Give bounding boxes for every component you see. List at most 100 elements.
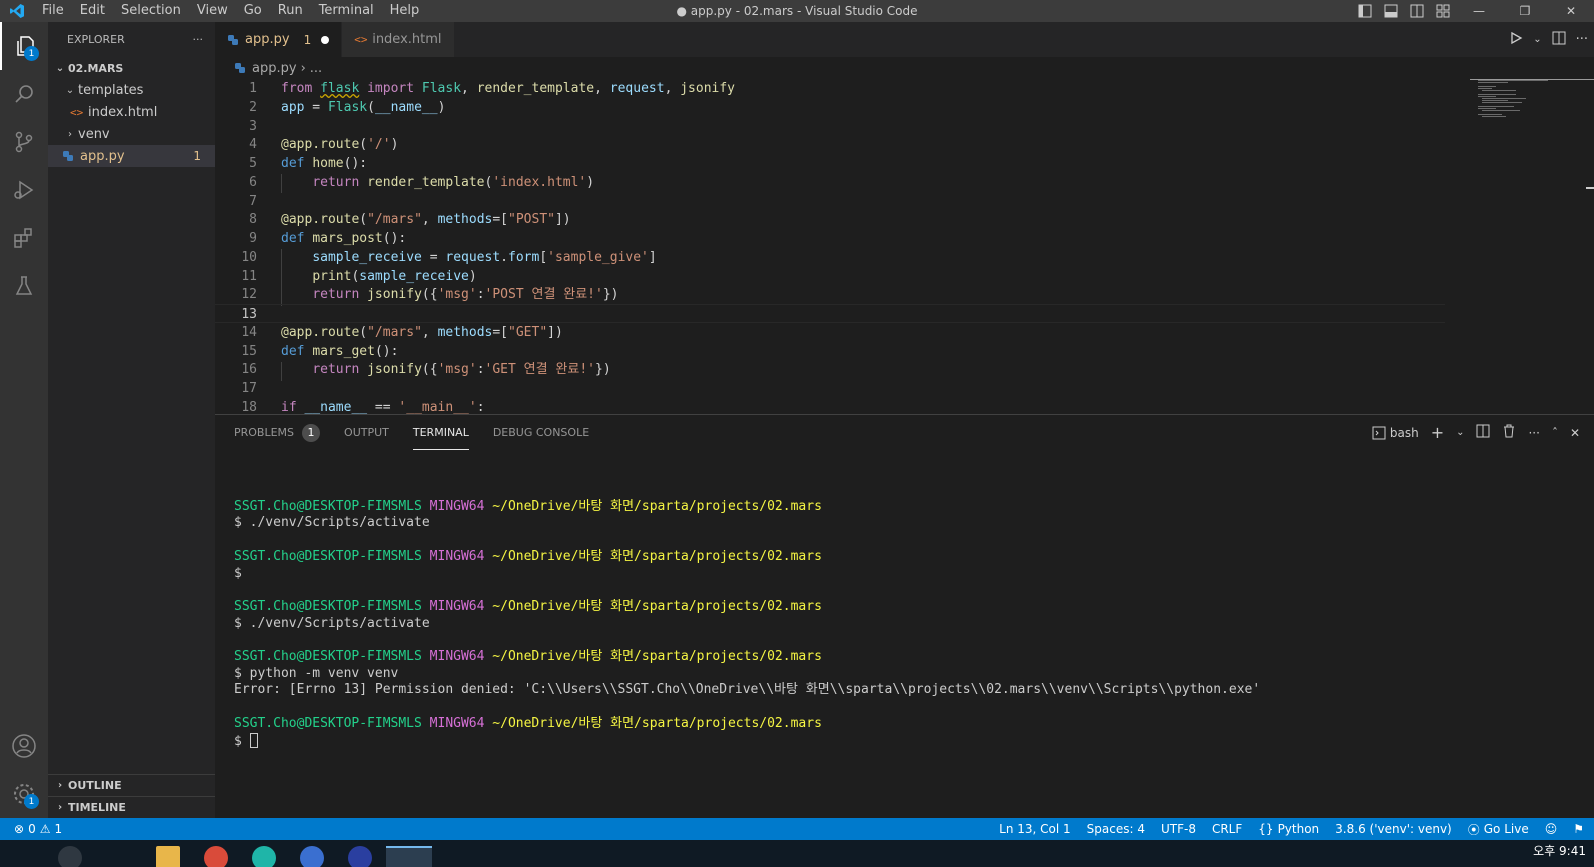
file-app-py-label: app.py (80, 148, 125, 164)
breadcrumb-file[interactable]: app.py (252, 61, 297, 76)
warning-count: 1 (54, 822, 63, 836)
search-icon[interactable] (0, 70, 48, 118)
explorer-icon[interactable]: 1 (0, 22, 48, 70)
run-debug-icon[interactable] (0, 166, 48, 214)
explorer-more-actions-button[interactable]: ··· (193, 33, 204, 46)
extensions-icon[interactable] (0, 214, 48, 262)
workspace-root-folder[interactable]: ⌄ 02.MARS (48, 57, 215, 79)
timeline-section[interactable]: › TIMELINE (48, 796, 215, 818)
source-control-icon[interactable] (0, 118, 48, 166)
terminal-shell-selector[interactable]: bash (1372, 426, 1419, 440)
folder-venv-label: venv (78, 126, 110, 142)
terminal-prompt-line: SSGT.Cho@DESKTOP-FIMSMLS MINGW64 ~/OneDr… (234, 498, 822, 514)
terminal-current-prompt: $ (234, 733, 242, 749)
taskbar-app-icon[interactable] (58, 846, 82, 867)
accounts-icon[interactable] (0, 722, 48, 770)
run-dropdown-chevron-icon[interactable]: ⌄ (1533, 34, 1541, 45)
terminal-error-message: Error: [Errno 13] Permission denied: 'C:… (234, 682, 1261, 698)
file-app-py[interactable]: app.py 1 (48, 145, 215, 167)
split-terminal-icon[interactable] (1476, 424, 1490, 441)
close-window-button[interactable]: ✕ (1548, 0, 1594, 22)
go-live-button[interactable]: ⦿ Go Live (1468, 821, 1529, 838)
code-editor[interactable]: 1 from flask import Flask, render_templat… (215, 79, 1594, 414)
run-python-file-icon[interactable] (1509, 31, 1523, 49)
terminal-command: $ ./venv/Scripts/activate (234, 615, 430, 631)
cursor-position[interactable]: Ln 13, Col 1 (999, 822, 1071, 836)
panel-tab-terminal[interactable]: TERMINAL (412, 415, 469, 450)
tab-problem-count: 1 (303, 32, 312, 47)
chevron-down-icon: ⌄ (65, 84, 75, 96)
breadcrumb-separator-icon: › (300, 60, 306, 76)
explorer-sidebar: EXPLORER ··· ⌄ 02.MARS ⌄ templates <> in… (48, 22, 215, 818)
code-line: 11 print(sample_receive) (241, 269, 477, 284)
toggle-sidebar-icon[interactable] (1352, 0, 1378, 22)
toggle-secondary-sidebar-icon[interactable] (1404, 0, 1430, 22)
vscode-taskbar-icon[interactable] (386, 846, 432, 867)
outline-section[interactable]: › OUTLINE (48, 774, 215, 796)
panel-tab-debug-console[interactable]: DEBUG CONSOLE (493, 415, 589, 450)
menu-go[interactable]: Go (236, 0, 270, 22)
unsaved-dot-icon[interactable] (321, 35, 330, 44)
menu-bar: File Edit Selection View Go Run Terminal… (34, 0, 427, 22)
folder-venv[interactable]: › venv (48, 123, 215, 145)
file-encoding[interactable]: UTF-8 (1161, 822, 1196, 836)
terminal-prompt-line: SSGT.Cho@DESKTOP-FIMSMLS MINGW64 ~/OneDr… (234, 649, 822, 665)
terminal-cursor (249, 732, 258, 748)
indentation[interactable]: Spaces: 4 (1087, 822, 1145, 836)
kill-terminal-trash-icon[interactable] (1502, 424, 1516, 441)
close-panel-icon[interactable]: ✕ (1570, 426, 1580, 440)
taskbar-app-icon[interactable] (252, 846, 276, 867)
menu-run[interactable]: Run (270, 0, 311, 22)
menu-selection[interactable]: Selection (113, 0, 189, 22)
problems-status[interactable]: ⊗ 0 ⚠ 1 (0, 822, 62, 836)
feedback-icon[interactable]: ☺ (1545, 822, 1558, 836)
panel-tab-problems[interactable]: PROBLEMS 1 (234, 415, 321, 450)
menu-file[interactable]: File (34, 0, 72, 22)
testing-icon[interactable] (0, 262, 48, 310)
terminal-dropdown-chevron-icon[interactable]: ⌄ (1456, 427, 1464, 438)
title-bar: File Edit Selection View Go Run Terminal… (0, 0, 1594, 22)
restore-button[interactable]: ❐ (1502, 0, 1548, 22)
language-mode[interactable]: {} Python (1258, 822, 1319, 836)
code-line: 8 @app.route("/mars", methods=["POST"]) (249, 212, 571, 227)
customize-layout-icon[interactable] (1430, 0, 1456, 22)
chevron-right-icon: › (57, 780, 63, 791)
braces-icon: {} (1258, 822, 1274, 836)
python-interpreter[interactable]: 3.8.6 ('venv': venv) (1335, 822, 1452, 836)
tab-index-html[interactable]: <> index.html (342, 22, 455, 57)
panel-more-actions-icon[interactable]: ··· (1528, 426, 1539, 440)
menu-terminal[interactable]: Terminal (311, 0, 382, 22)
file-explorer-taskbar-icon[interactable] (156, 846, 180, 867)
tab-app-py[interactable]: app.py 1 (215, 22, 343, 57)
explorer-title: EXPLORER (67, 33, 125, 46)
editor-tabs: app.py 1 <> index.html ⌄ ··· (215, 22, 1594, 57)
minimap[interactable] (1470, 79, 1594, 414)
folder-templates[interactable]: ⌄ templates (48, 79, 215, 101)
panel-tab-output[interactable]: OUTPUT (344, 415, 389, 450)
menu-help[interactable]: Help (382, 0, 428, 22)
current-code-line: 13 (215, 304, 1445, 323)
taskbar-app-icon[interactable] (300, 846, 324, 867)
notifications-bell-icon[interactable]: ⚑ (1573, 822, 1584, 836)
terminal-prompt-line: SSGT.Cho@DESKTOP-FIMSMLS MINGW64 ~/OneDr… (234, 598, 822, 614)
end-of-line[interactable]: CRLF (1212, 822, 1242, 836)
terminal-output[interactable]: SSGT.Cho@DESKTOP-FIMSMLS MINGW64 ~/OneDr… (234, 482, 1260, 750)
tab-app-py-label: app.py (245, 32, 290, 47)
terminal-prompt-line: SSGT.Cho@DESKTOP-FIMSMLS MINGW64 ~/OneDr… (234, 548, 822, 564)
bottom-panel: PROBLEMS 1 OUTPUT TERMINAL DEBUG CONSOLE… (215, 414, 1594, 818)
tab-index-html-label: index.html (372, 32, 442, 47)
menu-edit[interactable]: Edit (72, 0, 113, 22)
settings-badge: 1 (24, 794, 39, 809)
menu-view[interactable]: View (189, 0, 236, 22)
taskbar-app-icon[interactable] (348, 846, 372, 867)
new-terminal-plus-icon[interactable]: + (1431, 423, 1444, 442)
toggle-panel-icon[interactable] (1378, 0, 1404, 22)
split-editor-icon[interactable] (1552, 31, 1566, 49)
file-index-html[interactable]: <> index.html (48, 101, 215, 123)
maximize-panel-chevron-up-icon[interactable]: ˆ (1552, 426, 1558, 440)
chrome-taskbar-icon[interactable] (204, 846, 228, 867)
minimize-button[interactable]: — (1456, 0, 1502, 22)
editor-more-actions-icon[interactable]: ··· (1576, 32, 1588, 47)
settings-gear-icon[interactable]: 1 (0, 770, 48, 818)
breadcrumb-symbols[interactable]: ... (310, 61, 322, 76)
